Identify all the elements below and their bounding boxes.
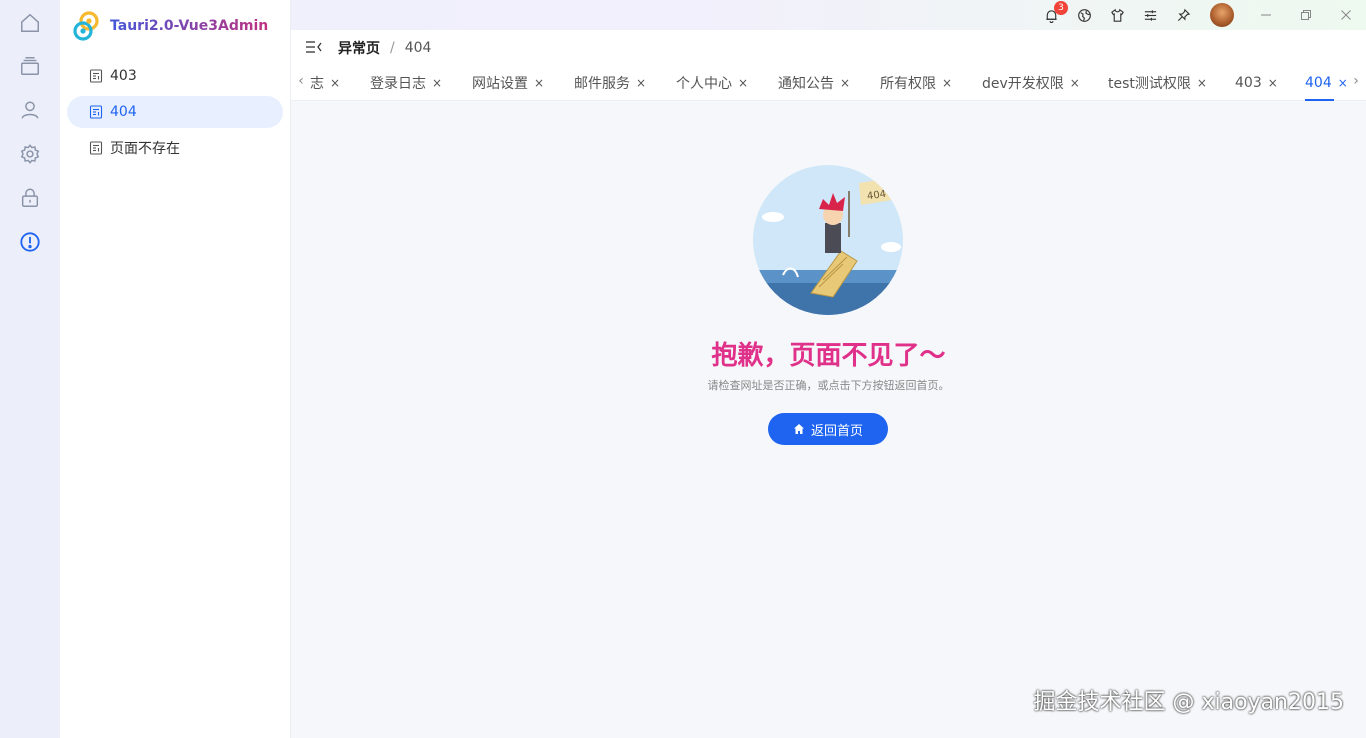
tab-label: dev开发权限 (982, 75, 1064, 92)
tab-close-icon[interactable]: × (1338, 76, 1348, 90)
tab-bar: ‹ 志 × 登录日志 × 网站设置 × 邮件服务 × 个人中心 × 通知公告 × 所有权限 ×… (291, 64, 1366, 101)
tab-label: 通知公告 (778, 75, 834, 92)
tab-label: 网站设置 (472, 75, 528, 92)
tab-log[interactable]: 志 × (310, 64, 340, 101)
language-button[interactable] (1068, 0, 1101, 30)
back-home-button[interactable]: 返回首页 (768, 413, 888, 445)
tab-label: 404 (1305, 74, 1332, 91)
tab-test-permissions[interactable]: test测试权限 × (1108, 64, 1207, 101)
gear-icon[interactable] (17, 141, 43, 167)
home-icon (793, 424, 804, 434)
notification-button[interactable]: 3 (1035, 0, 1068, 30)
tab-all-permissions[interactable]: 所有权限 × (880, 64, 952, 101)
tab-403[interactable]: 403 × (1235, 64, 1278, 101)
sidebar-item-403[interactable]: 403 (67, 60, 283, 92)
sidebar-item-label: 页面不存在 (110, 141, 180, 157)
tab-404[interactable]: 404 × (1305, 64, 1348, 101)
breadcrumb-separator: / (390, 40, 395, 56)
tab-label: 所有权限 (880, 75, 936, 92)
document-icon (89, 69, 103, 83)
settings-button[interactable] (1134, 0, 1167, 30)
tab-close-icon[interactable]: × (534, 76, 544, 90)
tab-close-icon[interactable]: × (840, 76, 850, 90)
tab-close-icon[interactable]: × (942, 76, 952, 90)
app-title: Tauri2.0-Vue3Admin (110, 18, 269, 34)
sidebar-item-label: 404 (110, 104, 137, 120)
tab-label: 403 (1235, 74, 1262, 91)
tab-close-icon[interactable]: × (1197, 76, 1207, 90)
restore-button[interactable] (1286, 0, 1326, 30)
icon-rail (0, 0, 60, 738)
tab-close-icon[interactable]: × (1268, 76, 1278, 90)
tab-close-icon[interactable]: × (738, 76, 748, 90)
close-icon (1341, 10, 1351, 20)
lock-icon[interactable] (17, 185, 43, 211)
pin-button[interactable] (1167, 0, 1200, 30)
error-title: 抱歉，页面不见了～ (711, 341, 946, 371)
sidebar-item-label: 403 (110, 68, 137, 84)
tab-dev-permissions[interactable]: dev开发权限 × (982, 64, 1080, 101)
tab-close-icon[interactable]: × (330, 76, 340, 90)
tab-label: 登录日志 (370, 75, 426, 92)
restore-icon (1301, 10, 1311, 20)
breadcrumb-parent[interactable]: 异常页 (338, 38, 380, 58)
error-subtitle: 请检查网址是否正确，或点击下方按钮返回首页。 (707, 379, 950, 392)
header: 异常页 / 404 (291, 30, 1366, 64)
tab-close-icon[interactable]: × (636, 76, 646, 90)
breadcrumb-current: 404 (404, 40, 432, 56)
tshirt-icon (1111, 8, 1124, 22)
tab-label: test测试权限 (1108, 75, 1191, 92)
chevron-right-icon[interactable]: › (1348, 73, 1364, 89)
alert-icon[interactable] (17, 229, 43, 255)
back-home-label: 返回首页 (810, 423, 863, 439)
tab-notices[interactable]: 通知公告 × (778, 64, 850, 101)
avatar[interactable] (1210, 3, 1234, 27)
watermark: 掘金技术社区 @ xiaoyan2015 (1033, 690, 1345, 715)
document-icon (89, 105, 103, 119)
tab-site-settings[interactable]: 网站设置 × (472, 64, 544, 101)
pin-icon (1177, 8, 1191, 21)
sidebar: Tauri2.0-Vue3Admin 403 404 页面不存在 (60, 0, 291, 738)
tab-mail-service[interactable]: 邮件服务 × (574, 64, 646, 101)
tab-profile[interactable]: 个人中心 × (676, 64, 748, 101)
theme-skin-button[interactable] (1101, 0, 1134, 30)
notification-badge: 3 (1054, 1, 1068, 15)
home-icon[interactable] (17, 10, 43, 36)
tab-label: 志 (310, 75, 324, 92)
top-toolbar: 3 (1035, 0, 1366, 30)
404-illustration: 404 (753, 165, 903, 315)
collapse-menu-icon[interactable] (305, 38, 323, 56)
sliders-icon (1144, 9, 1157, 21)
tab-close-icon[interactable]: × (432, 76, 442, 90)
sidebar-menu: 403 404 页面不存在 (67, 60, 283, 168)
minimize-button[interactable] (1246, 0, 1286, 30)
close-window-button[interactable] (1326, 0, 1366, 30)
main-content: 404 抱歉，页面不见了～ 请检查网址是否正确，或点击下方按钮返回首页。 返回首… (291, 101, 1366, 738)
logo: Tauri2.0-Vue3Admin (70, 10, 268, 42)
globe-icon (1078, 8, 1091, 22)
tauri-logo-icon (73, 11, 99, 41)
sidebar-item-page-not-found[interactable]: 页面不存在 (67, 132, 283, 164)
breadcrumb: 异常页 / 404 (338, 38, 431, 58)
tab-label: 邮件服务 (574, 75, 630, 92)
tab-login-log[interactable]: 登录日志 × (370, 64, 442, 101)
sidebar-item-404[interactable]: 404 (67, 96, 283, 128)
tab-close-icon[interactable]: × (1070, 76, 1080, 90)
user-icon[interactable] (17, 97, 43, 123)
chevron-left-icon[interactable]: ‹ (293, 73, 309, 89)
minimize-icon (1261, 14, 1271, 16)
document-icon (89, 141, 103, 155)
layers-icon[interactable] (17, 53, 43, 79)
tab-label: 个人中心 (676, 75, 732, 92)
